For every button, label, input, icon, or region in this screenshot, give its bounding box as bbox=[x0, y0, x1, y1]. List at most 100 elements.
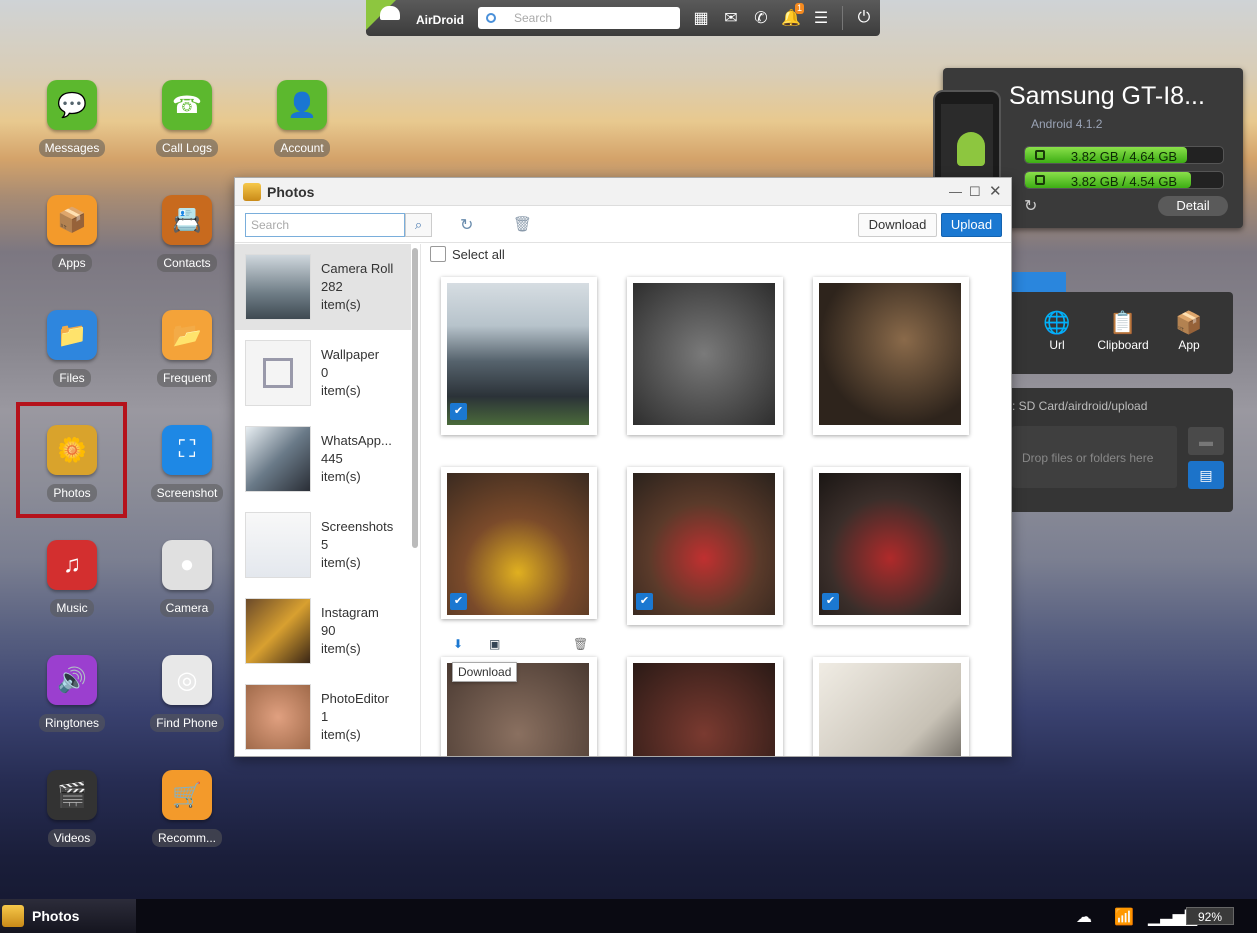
photo-tile[interactable] bbox=[813, 657, 969, 756]
album-photoeditor[interactable]: PhotoEditor 1 item(s) bbox=[235, 674, 411, 756]
select-all-checkbox[interactable] bbox=[430, 246, 446, 262]
album-name: Camera Roll bbox=[321, 260, 409, 278]
upload-button[interactable]: Upload bbox=[941, 213, 1002, 237]
photos-app-icon bbox=[243, 183, 261, 201]
photo-search-input[interactable]: Search bbox=[245, 213, 405, 237]
messages-icon: 💬 bbox=[47, 80, 97, 130]
desktop-app-account[interactable]: 👤Account bbox=[252, 80, 352, 157]
album-count: 90 bbox=[321, 622, 335, 640]
select-all[interactable]: Select all bbox=[430, 246, 505, 262]
app-tool[interactable]: 📦 App bbox=[1159, 308, 1219, 352]
trash-icon[interactable]: 🗑 bbox=[513, 215, 532, 233]
download-icon[interactable]: ⬇ bbox=[453, 637, 463, 651]
upload-file-button[interactable]: ▤ bbox=[1188, 461, 1224, 489]
album-scrollbar[interactable] bbox=[412, 248, 418, 548]
recomm-icon: 🛒 bbox=[162, 770, 212, 820]
album-thumbnail bbox=[245, 340, 311, 406]
mail-icon[interactable]: ✉ bbox=[716, 0, 746, 36]
desktop-app-camera[interactable]: ●Camera bbox=[137, 540, 237, 617]
album-screenshots[interactable]: Screenshots 5 item(s) bbox=[235, 502, 411, 588]
close-icon[interactable]: ✕ bbox=[989, 182, 1002, 200]
download-tooltip: Download bbox=[452, 662, 517, 682]
menu-icon[interactable]: ☰ bbox=[806, 0, 836, 36]
top-search-input[interactable]: Search bbox=[478, 7, 680, 29]
image-icon[interactable]: ▣ bbox=[489, 637, 500, 651]
desktop-app-files[interactable]: 📁Files bbox=[22, 310, 122, 387]
photo-tile[interactable]: ✔ bbox=[627, 467, 783, 625]
photo-tile[interactable] bbox=[627, 277, 783, 435]
album-unit: item(s) bbox=[321, 382, 361, 400]
device-name: Samsung GT-I8... bbox=[1009, 82, 1249, 111]
photo-tile[interactable]: ✔ bbox=[813, 467, 969, 625]
photo-actions: ⬇ ▣ 🗑 bbox=[453, 637, 589, 653]
photos-titlebar[interactable]: Photos bbox=[235, 178, 1011, 206]
toolbar-divider bbox=[842, 6, 843, 30]
desktop-app-contacts[interactable]: 📇Contacts bbox=[137, 195, 237, 272]
desktop-app-apps[interactable]: 📦Apps bbox=[22, 195, 122, 272]
photos-highlight-box bbox=[16, 402, 127, 518]
album-whatsapp[interactable]: WhatsApp... 445 item(s) bbox=[235, 416, 411, 502]
drop-hint: Drop files or folders here bbox=[1022, 451, 1153, 465]
album-instagram[interactable]: Instagram 90 item(s) bbox=[235, 588, 411, 674]
photo-tile[interactable]: ✔ bbox=[441, 277, 597, 435]
trash-icon[interactable]: 🗑 bbox=[573, 637, 588, 651]
app-label: Find Phone bbox=[150, 714, 223, 732]
account-icon: 👤 bbox=[277, 80, 327, 130]
desktop-app-find-phone[interactable]: ◎Find Phone bbox=[137, 655, 237, 732]
album-name: PhotoEditor bbox=[321, 690, 409, 708]
photo-thumbnail bbox=[447, 283, 589, 425]
photo-thumbnail bbox=[447, 473, 589, 615]
photo-checkbox[interactable]: ✔ bbox=[636, 593, 653, 610]
desktop-app-frequent[interactable]: 📂Frequent bbox=[137, 310, 237, 387]
refresh-icon[interactable]: ↻ bbox=[1024, 196, 1037, 216]
photo-checkbox[interactable]: ✔ bbox=[450, 403, 467, 420]
folder-icon: ▬ bbox=[1199, 433, 1213, 449]
photo-checkbox[interactable]: ✔ bbox=[450, 593, 467, 610]
photo-tile[interactable] bbox=[627, 657, 783, 756]
desktop-app-recomm[interactable]: 🛒Recomm... bbox=[137, 770, 237, 847]
desktop-app-videos[interactable]: 🎬Videos bbox=[22, 770, 122, 847]
taskbar-photos[interactable]: Photos bbox=[0, 899, 136, 933]
detail-button[interactable]: Detail bbox=[1158, 196, 1228, 216]
internal-storage-value: 3.82 GB / 4.64 GB bbox=[1025, 149, 1223, 164]
phone-icon[interactable]: ✆ bbox=[746, 0, 776, 36]
maximize-icon[interactable]: ☐ bbox=[969, 184, 981, 200]
upload-folder-button[interactable]: ▬ bbox=[1188, 427, 1224, 455]
album-camera-roll[interactable]: Camera Roll 282 item(s) bbox=[235, 244, 411, 330]
app-label: Files bbox=[53, 369, 90, 387]
airdroid-topbar: AirDroid Search ▦ ✉ ✆ 🔔1 ☰ ⏻ bbox=[366, 0, 880, 36]
photo-search-button[interactable]: ⌕ bbox=[405, 213, 432, 237]
grid-icon[interactable]: ▦ bbox=[686, 0, 716, 36]
tools-panel: 🌐 Url 📋 Clipboard 📦 App bbox=[1000, 292, 1233, 374]
minimize-icon[interactable]: — bbox=[949, 184, 962, 199]
download-button[interactable]: Download bbox=[858, 213, 937, 237]
airdroid-logo[interactable]: AirDroid bbox=[366, 0, 470, 36]
photo-tile-hovered[interactable]: ✔ ⬇ ▣ 🗑 bbox=[441, 467, 597, 619]
photo-tile[interactable] bbox=[813, 277, 969, 435]
album-thumbnail bbox=[245, 426, 311, 492]
album-unit: item(s) bbox=[321, 640, 361, 658]
top-search-placeholder: Search bbox=[514, 11, 552, 25]
refresh-icon[interactable]: ↻ bbox=[460, 215, 473, 235]
album-wallpaper[interactable]: Wallpaper 0 item(s) bbox=[235, 330, 411, 416]
clipboard-tool-label: Clipboard bbox=[1093, 338, 1153, 352]
photo-checkbox[interactable]: ✔ bbox=[822, 593, 839, 610]
cloud-link-icon[interactable]: ☁ bbox=[1076, 907, 1092, 927]
clipboard-tool[interactable]: 📋 Clipboard bbox=[1093, 308, 1153, 352]
album-count: 1 bbox=[321, 708, 328, 726]
desktop-app-ringtones[interactable]: 🔊Ringtones bbox=[22, 655, 122, 732]
desktop-app-screenshot[interactable]: ⛶Screenshot bbox=[137, 425, 237, 502]
music-icon: ♫ bbox=[47, 540, 97, 590]
photo-thumbnail bbox=[633, 473, 775, 615]
desktop-app-call-logs[interactable]: ☎Call Logs bbox=[137, 80, 237, 157]
clipboard-icon: 📋 bbox=[1093, 308, 1153, 338]
battery-level: 92% bbox=[1186, 907, 1234, 925]
url-tool[interactable]: 🌐 Url bbox=[1027, 308, 1087, 352]
bell-icon[interactable]: 🔔1 bbox=[776, 0, 806, 36]
desktop-app-messages[interactable]: 💬Messages bbox=[22, 80, 122, 157]
upload-path: : SD Card/airdroid/upload bbox=[1012, 399, 1147, 413]
drop-zone[interactable]: Drop files or folders here bbox=[1012, 426, 1177, 488]
file-add-icon: ▤ bbox=[1199, 467, 1212, 483]
desktop-app-music[interactable]: ♫Music bbox=[22, 540, 122, 617]
power-icon[interactable]: ⏻ bbox=[849, 0, 879, 36]
